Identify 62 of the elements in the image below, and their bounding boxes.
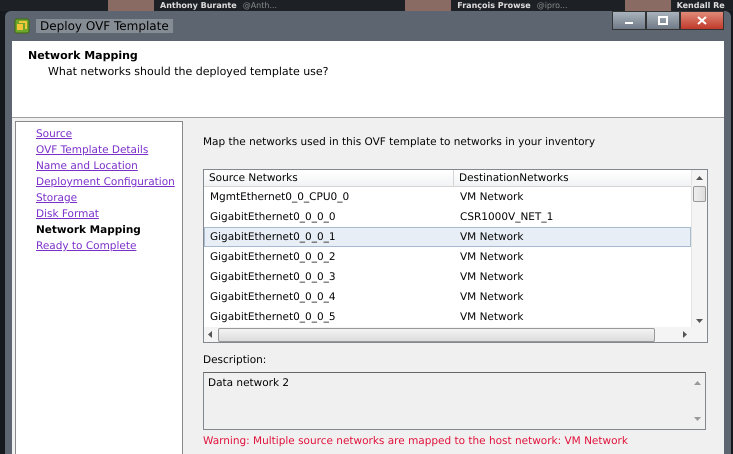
maximize-icon	[658, 16, 668, 25]
feed-handle: @Anth...	[242, 0, 278, 11]
table-cell-text: VM Network	[459, 231, 524, 243]
vertical-scrollbar[interactable]	[691, 170, 707, 327]
table-row[interactable]: GigabitEthernet0_0_0_4 VM Network	[204, 287, 691, 307]
table-row[interactable]: GigabitEthernet0_0_0_5 VM Network	[204, 307, 691, 327]
table-cell-text: GigabitEthernet0_0_0_3	[209, 271, 337, 283]
scroll-left-icon	[208, 331, 212, 338]
wizard-step[interactable]: Source	[36, 126, 72, 142]
table-row[interactable]: GigabitEthernet0_0_0_2 VM Network	[204, 247, 691, 267]
photo-placeholder	[624, 0, 671, 11]
feed-handle: @ipro...	[536, 0, 568, 11]
table-cell-text: VM Network	[459, 271, 524, 283]
table-cell-text: GigabitEthernet0_0_0_1	[209, 231, 337, 243]
table-cell-text: GigabitEthernet0_0_0_2	[209, 251, 337, 263]
page-title: Network Mapping	[28, 49, 139, 62]
table-cell-text: VM Network	[459, 191, 524, 203]
table-cell-text: GigabitEthernet0_0_0_5	[209, 311, 337, 323]
table-row[interactable]: MgmtEthernet0_0_CPU0_0 VM Network	[204, 187, 691, 207]
table-cell-text: CSR1000V_NET_1	[459, 211, 554, 223]
table-row[interactable]: GigabitEthernet0_0_0_1 VM Network	[204, 227, 691, 247]
warning-text: Warning: Multiple source networks are mapped to the host network: VM Network	[203, 435, 629, 447]
app-icon	[14, 18, 30, 34]
column-header[interactable]: DestinationNetworks	[454, 170, 689, 186]
scroll-right-icon	[683, 331, 687, 338]
feed-name: Anthony Burante	[160, 0, 237, 11]
maximize-button[interactable]	[646, 11, 680, 30]
photo-placeholder	[405, 0, 452, 11]
scrollbar-thumb[interactable]	[218, 328, 655, 342]
wizard-step[interactable]: Ready to Complete	[36, 238, 136, 254]
horizontal-scrollbar[interactable]	[204, 327, 707, 342]
description-label: Description:	[203, 354, 268, 366]
table-cell-text: GigabitEthernet0_0_0_4	[209, 291, 337, 303]
scrollbar-thumb[interactable]	[693, 186, 706, 202]
scroll-up-icon	[694, 381, 700, 385]
table-row[interactable]: GigabitEthernet0_0_0_0 CSR1000V_NET_1	[204, 207, 691, 227]
feed-name: François Prowse	[457, 0, 531, 11]
scroll-up-icon	[696, 176, 703, 180]
table-cell-text: VM Network	[459, 311, 524, 323]
wizard-step[interactable]: Network Mapping	[36, 222, 141, 238]
minimize-button[interactable]	[612, 11, 646, 30]
wizard-step[interactable]: OVF Template Details	[36, 142, 148, 158]
scroll-down-icon	[694, 417, 700, 421]
column-header[interactable]: Source Networks	[204, 170, 454, 186]
page-subtitle: What networks should the deployed template use?	[47, 65, 330, 78]
table-cell-text: VM Network	[459, 251, 524, 263]
table-cell-text: MgmtEthernet0_0_CPU0_0	[209, 191, 350, 203]
instruction-text: Map the networks used in this OVF template to networks in your inventory	[203, 136, 596, 148]
table-cell-text: VM Network	[459, 291, 524, 303]
scroll-down-icon	[696, 319, 703, 323]
table-row[interactable]: GigabitEthernet0_0_0_3 VM Network	[204, 267, 691, 287]
photo-placeholder	[108, 0, 154, 11]
wizard-step[interactable]: Name and Location	[36, 158, 138, 174]
table-cell-text: GigabitEthernet0_0_0_0	[209, 211, 337, 223]
window-title: Deploy OVF Template	[36, 19, 173, 33]
wizard-step[interactable]: Disk Format	[36, 206, 99, 222]
feed-name: Kendall Re	[676, 0, 725, 11]
wizard-step[interactable]: Storage	[36, 190, 78, 206]
wizard-step[interactable]: Deployment Configuration	[36, 174, 175, 190]
close-button[interactable]	[680, 11, 724, 30]
close-icon	[697, 16, 707, 25]
description-field[interactable]: Data network 2	[203, 372, 706, 430]
